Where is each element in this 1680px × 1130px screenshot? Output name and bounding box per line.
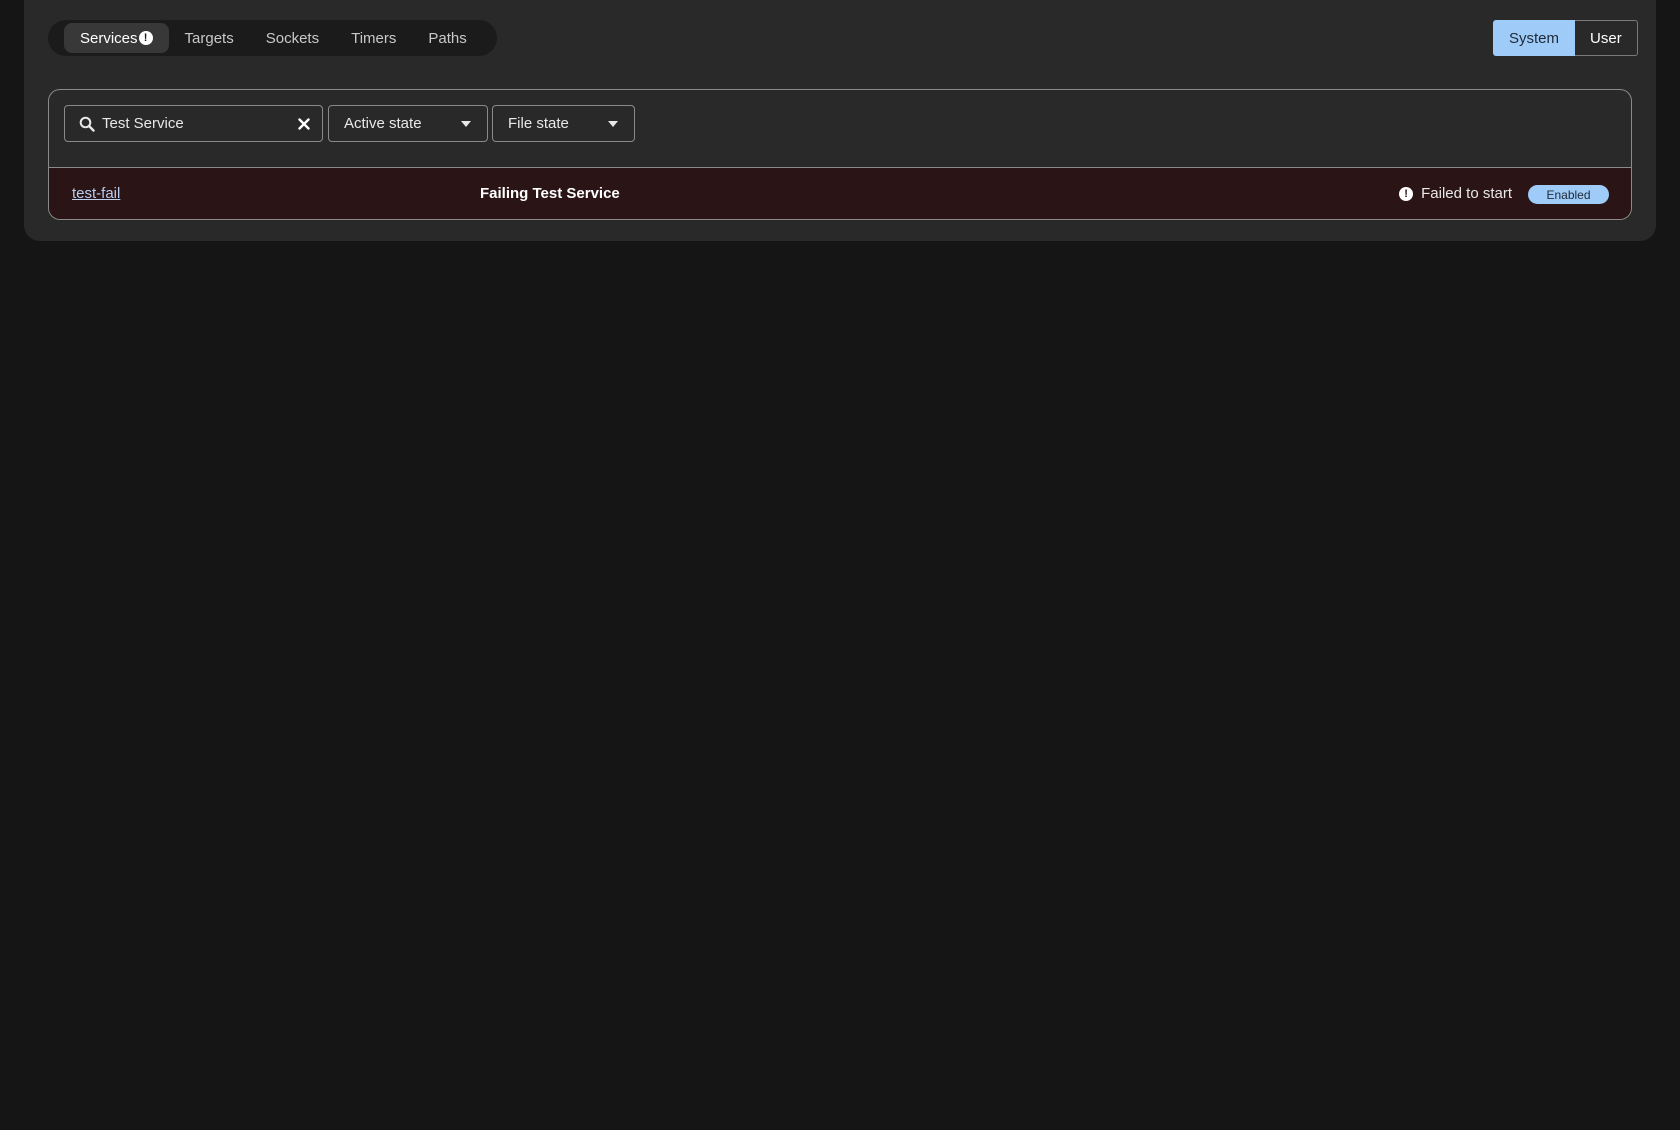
search-icon <box>79 116 95 132</box>
tab-paths-label: Paths <box>428 29 467 47</box>
tab-timers[interactable]: Timers <box>335 23 412 53</box>
tab-targets-label: Targets <box>184 29 234 47</box>
tab-sockets-label: Sockets <box>265 29 320 47</box>
alert-icon: ! <box>138 31 153 45</box>
scope-toggle-group: System User <box>1493 20 1638 56</box>
search-input[interactable]: Test Service <box>64 105 323 142</box>
tab-services[interactable]: Services ! <box>64 23 169 53</box>
chevron-down-icon <box>608 121 618 127</box>
system-toggle-button[interactable]: System <box>1493 20 1576 56</box>
table-row[interactable]: test-fail Failing Test Service ! Failed … <box>49 168 1631 219</box>
unit-description: Failing Test Service <box>480 185 620 202</box>
unit-type-tabs: Services ! Targets Sockets Timers Paths <box>48 20 497 56</box>
active-state-select[interactable]: Active state <box>328 105 488 142</box>
status-badge: Enabled <box>1528 185 1609 204</box>
search-input-value[interactable]: Test Service <box>102 115 297 132</box>
active-state-label: Active state <box>344 115 422 132</box>
chevron-down-icon <box>461 121 471 127</box>
tab-services-label: Services <box>80 29 138 47</box>
tab-paths[interactable]: Paths <box>412 23 482 53</box>
tab-sockets[interactable]: Sockets <box>250 23 335 53</box>
unit-name-link[interactable]: test-fail <box>72 185 120 202</box>
clear-search-icon[interactable] <box>297 117 311 131</box>
user-toggle-button[interactable]: User <box>1575 20 1638 56</box>
file-state-select[interactable]: File state <box>492 105 635 142</box>
unit-status-text: Failed to start <box>1421 185 1512 202</box>
filter-toolbar: Test Service Active state File state <box>49 90 1631 168</box>
file-state-label: File state <box>508 115 569 132</box>
units-panel: Test Service Active state File state tes… <box>48 89 1632 220</box>
tab-timers-label: Timers <box>351 29 397 47</box>
error-icon: ! <box>1399 186 1414 201</box>
tab-targets[interactable]: Targets <box>169 23 250 53</box>
unit-status: ! Failed to start <box>1399 185 1512 202</box>
